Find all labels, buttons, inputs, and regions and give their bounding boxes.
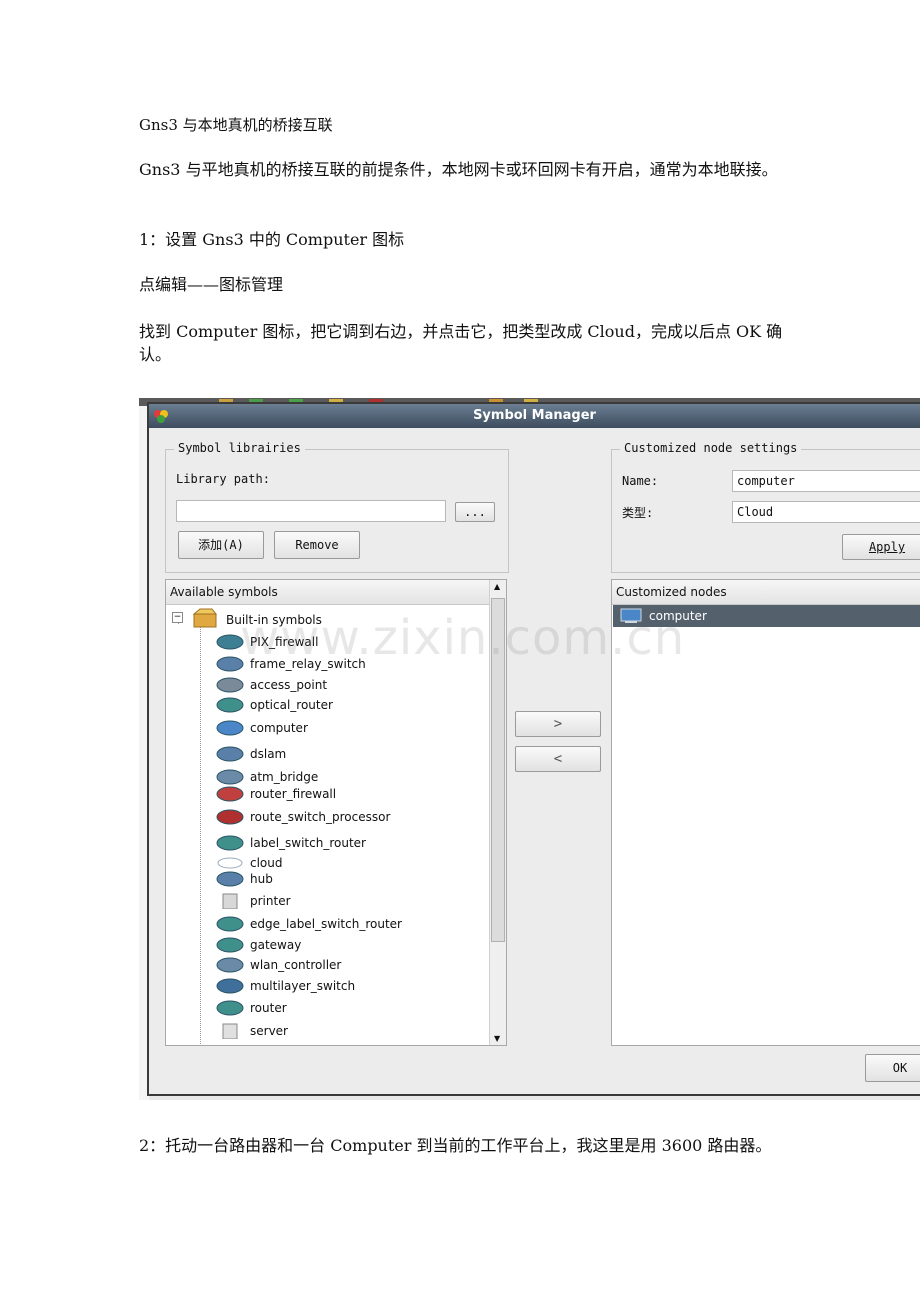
available-symbol-label: router <box>250 1001 287 1015</box>
available-symbol-item[interactable]: multilayer_switch <box>216 976 356 996</box>
gateway-icon <box>216 937 244 953</box>
access-point-icon <box>216 677 244 693</box>
app-logo-icon <box>154 410 168 423</box>
available-symbol-item[interactable]: route_switch_processor <box>216 807 391 827</box>
available-symbol-label: router_firewall <box>250 787 337 801</box>
available-symbol-label: server <box>250 1024 288 1038</box>
symbol-libraries-group: Symbol librairies Library path: ... 添加(A… <box>165 441 509 573</box>
ok-button[interactable]: OK <box>865 1054 920 1082</box>
available-symbol-item[interactable]: access_point <box>216 675 328 695</box>
customized-nodes-header: Customized nodes <box>612 580 920 605</box>
available-symbol-item[interactable]: gateway <box>216 935 302 955</box>
symbol-manager-dialog: Symbol Manager Symbol librairies Library… <box>147 402 920 1096</box>
available-symbol-label: cloud <box>250 856 283 870</box>
tree-connector <box>200 626 201 1045</box>
dialog-title-bar[interactable]: Symbol Manager <box>149 404 920 428</box>
available-symbol-item[interactable]: dslam <box>216 744 287 764</box>
name-input[interactable]: computer <box>732 470 920 492</box>
available-symbol-label: multilayer_switch <box>250 979 356 993</box>
rsp-icon <box>216 809 244 825</box>
available-symbol-label: route_switch_processor <box>250 810 391 824</box>
printer-icon <box>222 893 238 909</box>
step1-instructions: 找到 Computer 图标，把它调到右边，并点击它，把类型改成 Cloud，完… <box>139 322 783 364</box>
optical-router-icon <box>216 697 244 713</box>
available-symbol-item[interactable]: wlan_controller <box>216 955 342 975</box>
available-symbol-label: access_point <box>250 678 328 692</box>
type-select[interactable]: Cloud <box>732 501 920 523</box>
library-path-label: Library path: <box>176 472 270 486</box>
available-symbols-header: Available symbols <box>166 580 506 605</box>
elsr-icon <box>216 916 244 932</box>
available-symbol-item[interactable]: hub <box>216 869 273 889</box>
computer-icon <box>216 720 244 736</box>
available-symbol-item[interactable]: optical_router <box>216 695 333 715</box>
lsr-icon <box>216 835 244 851</box>
available-symbol-item[interactable]: computer <box>216 718 308 738</box>
atm-bridge-icon <box>216 769 244 785</box>
customized-node-settings-group: Customized node settings Name: computer … <box>611 441 920 573</box>
available-symbol-label: hub <box>250 872 273 886</box>
scroll-down-icon[interactable]: ▼ <box>494 1034 500 1043</box>
step1-heading: 1：设置 Gns3 中的 Computer 图标 <box>139 230 405 249</box>
step2-paragraph: 2：托动一台路由器和一台 Computer 到当前的工作平台上，我这里是用 36… <box>139 1136 772 1155</box>
available-symbol-label: edge_label_switch_router <box>250 917 402 931</box>
available-symbol-label: gateway <box>250 938 302 952</box>
available-symbol-label: printer <box>250 894 291 908</box>
cloud-icon <box>217 857 243 869</box>
add-library-button[interactable]: 添加(A) <box>178 531 264 559</box>
available-symbol-item[interactable]: router_firewall <box>216 784 337 804</box>
remove-library-button[interactable]: Remove <box>274 531 360 559</box>
symbol-manager-screenshot: Symbol Manager Symbol librairies Library… <box>139 398 920 1100</box>
available-symbol-item[interactable]: router <box>216 998 287 1018</box>
available-symbol-item[interactable]: printer <box>222 891 291 911</box>
dslam-icon <box>216 746 244 762</box>
available-symbol-item[interactable]: edge_label_switch_router <box>216 914 402 934</box>
apply-button[interactable]: Apply <box>842 534 920 560</box>
wlan-controller-icon <box>216 957 244 973</box>
document-title: Gns3 与本地真机的桥接互联 <box>139 116 333 134</box>
library-path-input[interactable] <box>176 500 446 522</box>
available-symbol-label: label_switch_router <box>250 836 366 850</box>
collapse-toggle-icon[interactable]: − <box>172 612 183 623</box>
server-icon <box>222 1023 238 1039</box>
symbol-libraries-legend: Symbol librairies <box>174 441 305 455</box>
type-label: 类型: <box>622 506 654 520</box>
available-symbol-item[interactable]: server <box>222 1021 288 1041</box>
hub-icon <box>216 871 244 887</box>
multilayer-switch-icon <box>216 978 244 994</box>
customized-node-settings-legend: Customized node settings <box>620 441 802 455</box>
browse-button[interactable]: ... <box>455 502 495 522</box>
available-symbol-label: wlan_controller <box>250 958 342 972</box>
watermark-text: www.zixin.com.cn <box>240 610 686 666</box>
dialog-title: Symbol Manager <box>473 408 596 423</box>
available-symbol-label: computer <box>250 721 308 735</box>
available-symbol-label: optical_router <box>250 698 333 712</box>
move-left-button[interactable]: < <box>515 746 601 772</box>
router-firewall-icon <box>216 786 244 802</box>
scroll-up-icon[interactable]: ▲ <box>494 582 500 591</box>
name-label: Name: <box>622 474 659 488</box>
built-in-symbols-folder-icon <box>192 608 218 628</box>
router-icon <box>216 1000 244 1016</box>
intro-paragraph: Gns3 与平地真机的桥接互联的前提条件，本地网卡或环回网卡有开启，通常为本地联… <box>139 160 778 179</box>
available-symbol-label: dslam <box>250 747 287 761</box>
available-symbol-label: atm_bridge <box>250 770 319 784</box>
available-symbol-item[interactable]: label_switch_router <box>216 833 366 853</box>
move-right-button[interactable]: > <box>515 711 601 737</box>
step1-menu-path: 点编辑——图标管理 <box>139 275 284 294</box>
